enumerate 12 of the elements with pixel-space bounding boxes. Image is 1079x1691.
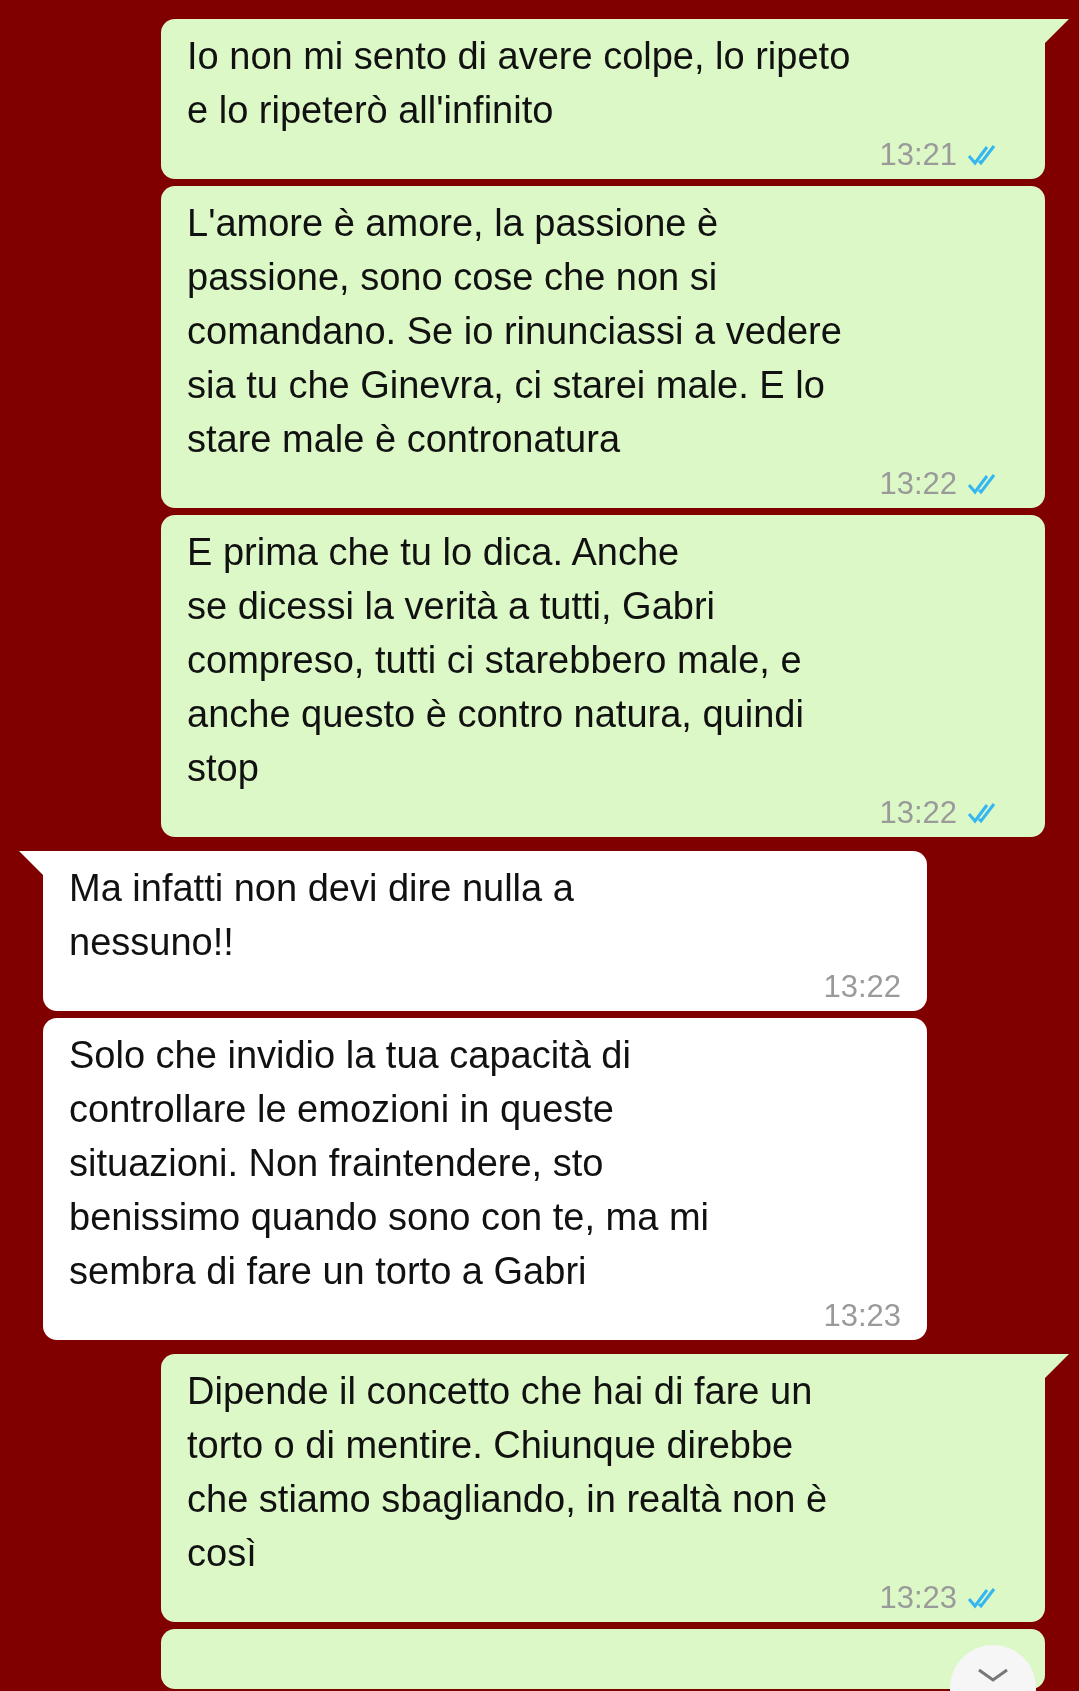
message-text: Dipende il concetto che hai di fare un torto o di mentire. Chiunque direbbe che stiamo sbagliando, in realtà non è così (187, 1369, 828, 1576)
message-text: Ma infatti non devi dire nulla a nessuno!! (69, 866, 574, 965)
message-time: 13:21 (879, 137, 957, 173)
message-text: Io non mi sento di avere colpe, lo ripeto e lo ripeterò all'infinito (187, 34, 851, 133)
message-time: 13:23 (823, 1298, 901, 1334)
message-time: 13:22 (879, 466, 957, 502)
message-time: 13:23 (879, 1580, 957, 1616)
message-time: 13:22 (823, 969, 901, 1005)
message-text: L'amore è amore, la passione è passione, sono cose che non si comandano. Se io rinunciassi a vedere sia tu che Ginevra, ci starei male. E lo stare male è contronatura (187, 201, 842, 462)
message-text: E prima che tu lo dica. Anche se dicessi la verità a tutti, Gabri compreso, tutti ci starebbero male, e anche questo è contro natura, quindi stop (187, 530, 804, 791)
message-text: Solo che invidio la tua capacità di controllare le emozioni in queste situazioni. Non fraintendere, sto benissimo quando sono con te, ma mi sembra di fare un torto a Gabri (69, 1033, 710, 1294)
message-time: 13:22 (879, 795, 957, 831)
